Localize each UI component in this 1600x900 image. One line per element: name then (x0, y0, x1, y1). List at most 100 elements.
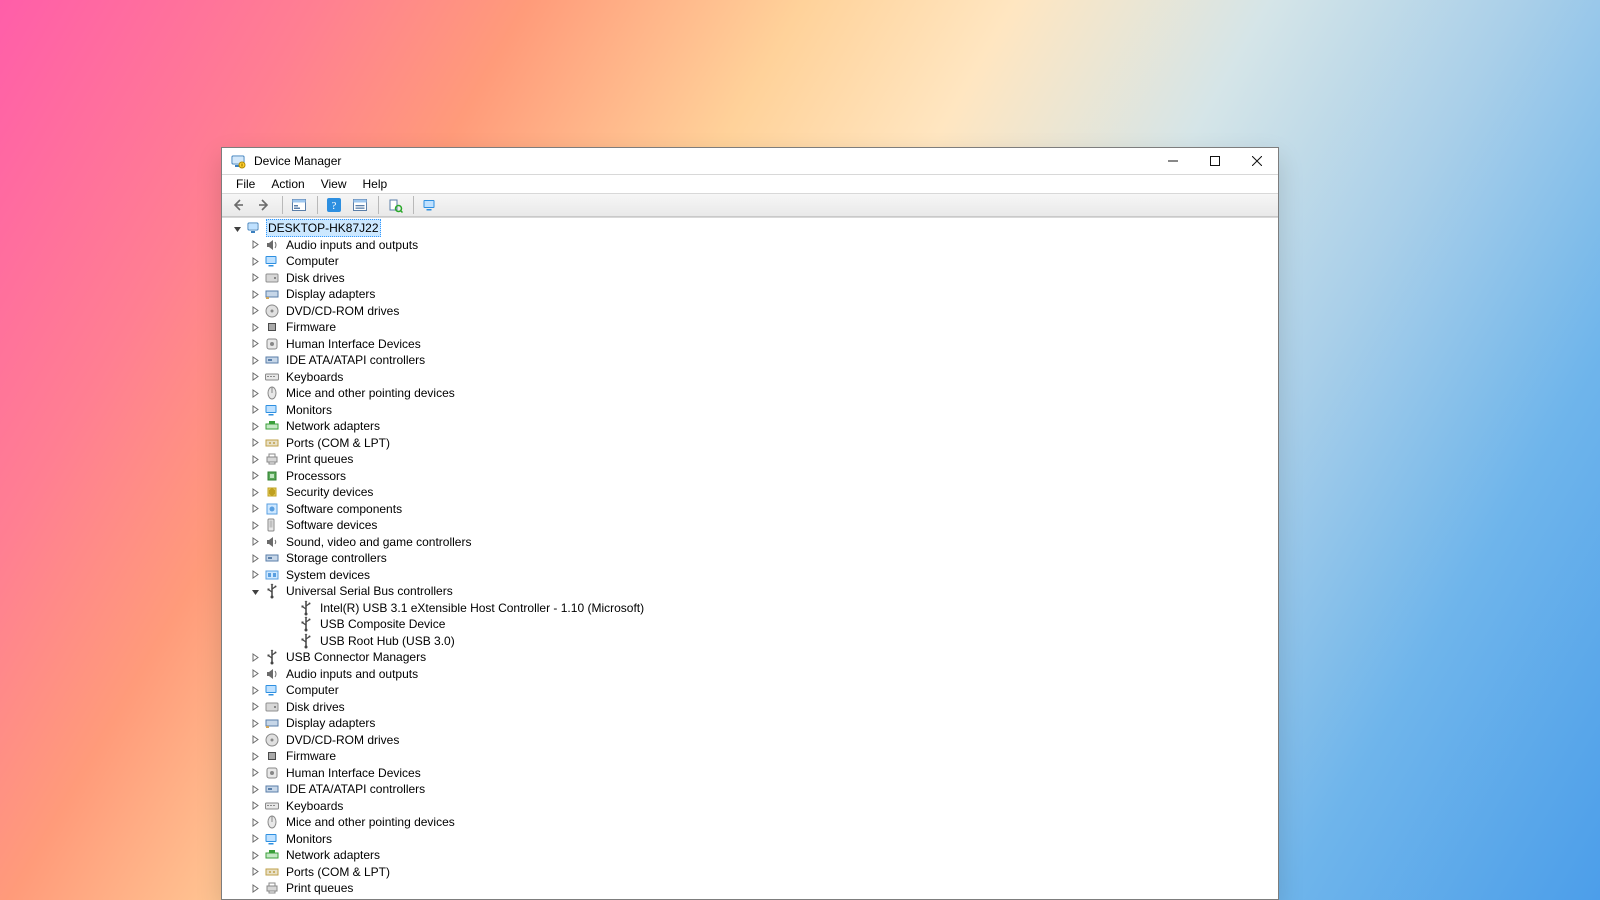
tree-node[interactable]: Human Interface Devices (226, 336, 1278, 353)
tree-expander-none (282, 617, 296, 631)
tree-node-label: Intel(R) USB 3.1 eXtensible Host Control… (318, 600, 646, 616)
tree-expander-closed[interactable] (248, 782, 262, 796)
mouse-icon (264, 814, 280, 830)
tree-node[interactable]: Storage controllers (226, 550, 1278, 567)
tree-node[interactable]: Mice and other pointing devices (226, 385, 1278, 402)
tree-node[interactable]: Disk drives (226, 699, 1278, 716)
tree-node[interactable]: Audio inputs and outputs (226, 237, 1278, 254)
tree-node[interactable]: Computer (226, 682, 1278, 699)
tree-node[interactable]: Keyboards (226, 369, 1278, 386)
tree-expander-closed[interactable] (248, 881, 262, 895)
tree-expander-closed[interactable] (248, 485, 262, 499)
tree-expander-closed[interactable] (248, 848, 262, 862)
tree-node[interactable]: Intel(R) USB 3.1 eXtensible Host Control… (226, 600, 1278, 617)
minimize-button[interactable] (1152, 148, 1194, 174)
tree-node[interactable]: Disk drives (226, 270, 1278, 287)
tree-expander-closed[interactable] (248, 749, 262, 763)
devices-by-type-button[interactable] (418, 194, 442, 216)
tree-expander-closed[interactable] (248, 353, 262, 367)
tree-node[interactable]: Processors (226, 897, 1278, 900)
tree-expander-closed[interactable] (248, 535, 262, 549)
tree-expander-closed[interactable] (248, 667, 262, 681)
tree-node[interactable]: DVD/CD-ROM drives (226, 303, 1278, 320)
tree-node[interactable]: Mice and other pointing devices (226, 814, 1278, 831)
tree-node[interactable]: Audio inputs and outputs (226, 666, 1278, 683)
tree-expander-closed[interactable] (248, 271, 262, 285)
tree-expander-closed[interactable] (248, 568, 262, 582)
help-button[interactable]: ? (322, 194, 346, 216)
tree-expander-closed[interactable] (248, 683, 262, 697)
tree-node[interactable]: Computer (226, 253, 1278, 270)
tree-expander-closed[interactable] (248, 898, 262, 899)
menu-help[interactable]: Help (355, 175, 396, 193)
tree-node[interactable]: Print queues (226, 880, 1278, 897)
tree-node[interactable]: Ports (COM & LPT) (226, 864, 1278, 881)
tree-node[interactable]: Human Interface Devices (226, 765, 1278, 782)
show-hide-console-tree-button[interactable] (287, 194, 311, 216)
tree-expander-closed[interactable] (248, 766, 262, 780)
menu-file[interactable]: File (228, 175, 263, 193)
menu-action[interactable]: Action (263, 175, 312, 193)
tree-expander-closed[interactable] (248, 716, 262, 730)
tree-node[interactable]: Display adapters (226, 715, 1278, 732)
tree-node[interactable]: Sound, video and game controllers (226, 534, 1278, 551)
tree-node[interactable]: Universal Serial Bus controllers (226, 583, 1278, 600)
tree-expander-closed[interactable] (248, 304, 262, 318)
tree-node[interactable]: USB Root Hub (USB 3.0) (226, 633, 1278, 650)
tree-node[interactable]: DVD/CD-ROM drives (226, 732, 1278, 749)
tree-node[interactable]: Network adapters (226, 847, 1278, 864)
device-tree-pane[interactable]: DESKTOP-HK87J22Audio inputs and outputsC… (222, 217, 1278, 899)
tree-node[interactable]: IDE ATA/ATAPI controllers (226, 781, 1278, 798)
tree-node[interactable]: Ports (COM & LPT) (226, 435, 1278, 452)
tree-node[interactable]: Monitors (226, 831, 1278, 848)
tree-node[interactable]: IDE ATA/ATAPI controllers (226, 352, 1278, 369)
tree-expander-closed[interactable] (248, 650, 262, 664)
tree-expander-closed[interactable] (248, 436, 262, 450)
tree-expander-closed[interactable] (248, 254, 262, 268)
tree-expander-closed[interactable] (248, 502, 262, 516)
tree-expander-closed[interactable] (248, 287, 262, 301)
tree-expander-closed[interactable] (248, 386, 262, 400)
tree-node[interactable]: Firmware (226, 748, 1278, 765)
tree-expander-closed[interactable] (248, 865, 262, 879)
tree-expander-closed[interactable] (248, 799, 262, 813)
back-button[interactable] (226, 194, 250, 216)
tree-node[interactable]: USB Composite Device (226, 616, 1278, 633)
tree-expander-closed[interactable] (248, 320, 262, 334)
tree-node[interactable]: Security devices (226, 484, 1278, 501)
tree-node[interactable]: Processors (226, 468, 1278, 485)
tree-node[interactable]: System devices (226, 567, 1278, 584)
tree-node[interactable]: Software components (226, 501, 1278, 518)
tree-node[interactable]: Display adapters (226, 286, 1278, 303)
tree-expander-closed[interactable] (248, 238, 262, 252)
tree-expander-closed[interactable] (248, 832, 262, 846)
tree-expander-closed[interactable] (248, 551, 262, 565)
tree-expander-closed[interactable] (248, 518, 262, 532)
tree-expander-closed[interactable] (248, 419, 262, 433)
scan-hardware-button[interactable] (383, 194, 407, 216)
tree-expander-closed[interactable] (248, 403, 262, 417)
tree-node[interactable]: Network adapters (226, 418, 1278, 435)
maximize-button[interactable] (1194, 148, 1236, 174)
tree-expander-closed[interactable] (248, 700, 262, 714)
forward-button[interactable] (252, 194, 276, 216)
tree-node[interactable]: Software devices (226, 517, 1278, 534)
tree-node[interactable]: Firmware (226, 319, 1278, 336)
tree-expander-closed[interactable] (248, 733, 262, 747)
tree-node[interactable]: DESKTOP-HK87J22 (226, 220, 1278, 237)
tree-expander-open[interactable] (248, 584, 262, 598)
tree-expander-closed[interactable] (248, 469, 262, 483)
tree-expander-closed[interactable] (248, 370, 262, 384)
tree-expander-closed[interactable] (248, 815, 262, 829)
menu-view[interactable]: View (313, 175, 355, 193)
tree-node[interactable]: Keyboards (226, 798, 1278, 815)
tree-expander-closed[interactable] (248, 452, 262, 466)
close-button[interactable] (1236, 148, 1278, 174)
tree-node-label: Mice and other pointing devices (284, 385, 457, 401)
properties-button[interactable] (348, 194, 372, 216)
tree-node[interactable]: USB Connector Managers (226, 649, 1278, 666)
tree-expander-open[interactable] (230, 221, 244, 235)
tree-node[interactable]: Print queues (226, 451, 1278, 468)
tree-expander-closed[interactable] (248, 337, 262, 351)
tree-node[interactable]: Monitors (226, 402, 1278, 419)
